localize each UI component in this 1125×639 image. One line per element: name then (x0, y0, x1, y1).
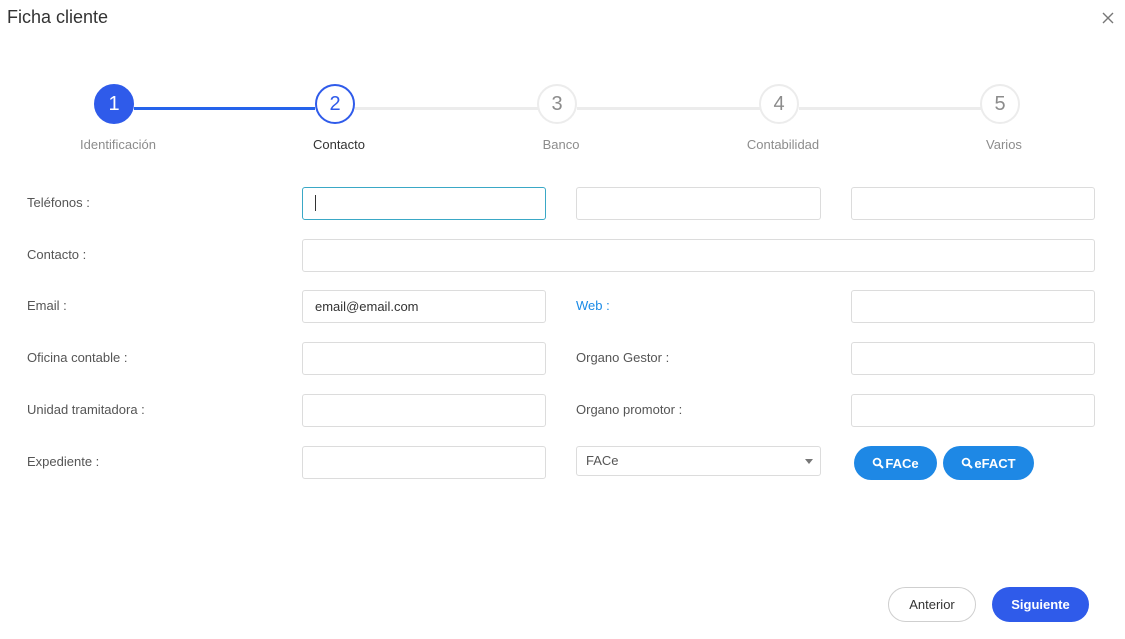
telefonos-label: Teléfonos : (27, 195, 90, 210)
unidad-tramitadora-input[interactable] (302, 394, 546, 427)
step-3-label: Banco (542, 137, 580, 152)
organo-gestor-label: Organo Gestor : (576, 350, 670, 365)
email-input[interactable] (302, 290, 546, 323)
step-4-label: Contabilidad (746, 137, 820, 152)
oficina-contable-label: Oficina contable : (27, 350, 128, 365)
step-5-circle[interactable]: 5 (980, 84, 1020, 124)
step-connector-4 (799, 107, 981, 110)
organo-promotor-input[interactable] (851, 394, 1095, 427)
search-icon (873, 457, 885, 469)
previous-button[interactable]: Anterior (888, 587, 976, 622)
unidad-tramitadora-label: Unidad tramitadora : (27, 402, 145, 417)
face-search-button[interactable]: FACe (854, 446, 937, 480)
search-icon (962, 457, 974, 469)
step-5-label: Varios (986, 137, 1022, 152)
platform-select-value: FACe (586, 453, 619, 468)
step-connector-1 (134, 107, 315, 110)
efact-search-button[interactable]: eFACT (943, 446, 1034, 480)
efact-button-label: eFACT (974, 455, 1016, 471)
contacto-label: Contacto : (27, 247, 87, 262)
telefono-3-input[interactable] (851, 187, 1095, 220)
step-1-circle[interactable]: 1 (94, 84, 134, 124)
expediente-input[interactable] (302, 446, 546, 479)
face-button-label: FACe (885, 455, 919, 471)
text-caret (315, 195, 316, 211)
organo-promotor-label: Organo promotor : (576, 402, 683, 417)
step-2-circle[interactable]: 2 (315, 84, 355, 124)
telefono-1-input[interactable] (302, 187, 546, 220)
step-connector-3 (577, 107, 760, 110)
step-2-label: Contacto (312, 137, 366, 152)
web-input[interactable] (851, 290, 1095, 323)
expediente-label: Expediente : (27, 454, 100, 469)
web-link-label[interactable]: Web : (576, 298, 610, 313)
contacto-input[interactable] (302, 239, 1095, 272)
telefono-2-input[interactable] (576, 187, 821, 220)
stepper: 1 2 3 4 5 Identificación Contacto Banco … (0, 0, 1125, 170)
step-1-label: Identificación (80, 137, 156, 152)
step-3-circle[interactable]: 3 (537, 84, 577, 124)
platform-select[interactable]: FACe (576, 446, 821, 476)
organo-gestor-input[interactable] (851, 342, 1095, 375)
email-label: Email : (27, 298, 67, 313)
step-connector-2 (355, 107, 538, 110)
dropdown-arrow-icon (805, 459, 813, 464)
next-button[interactable]: Siguiente (992, 587, 1089, 622)
oficina-contable-input[interactable] (302, 342, 546, 375)
step-4-circle[interactable]: 4 (759, 84, 799, 124)
